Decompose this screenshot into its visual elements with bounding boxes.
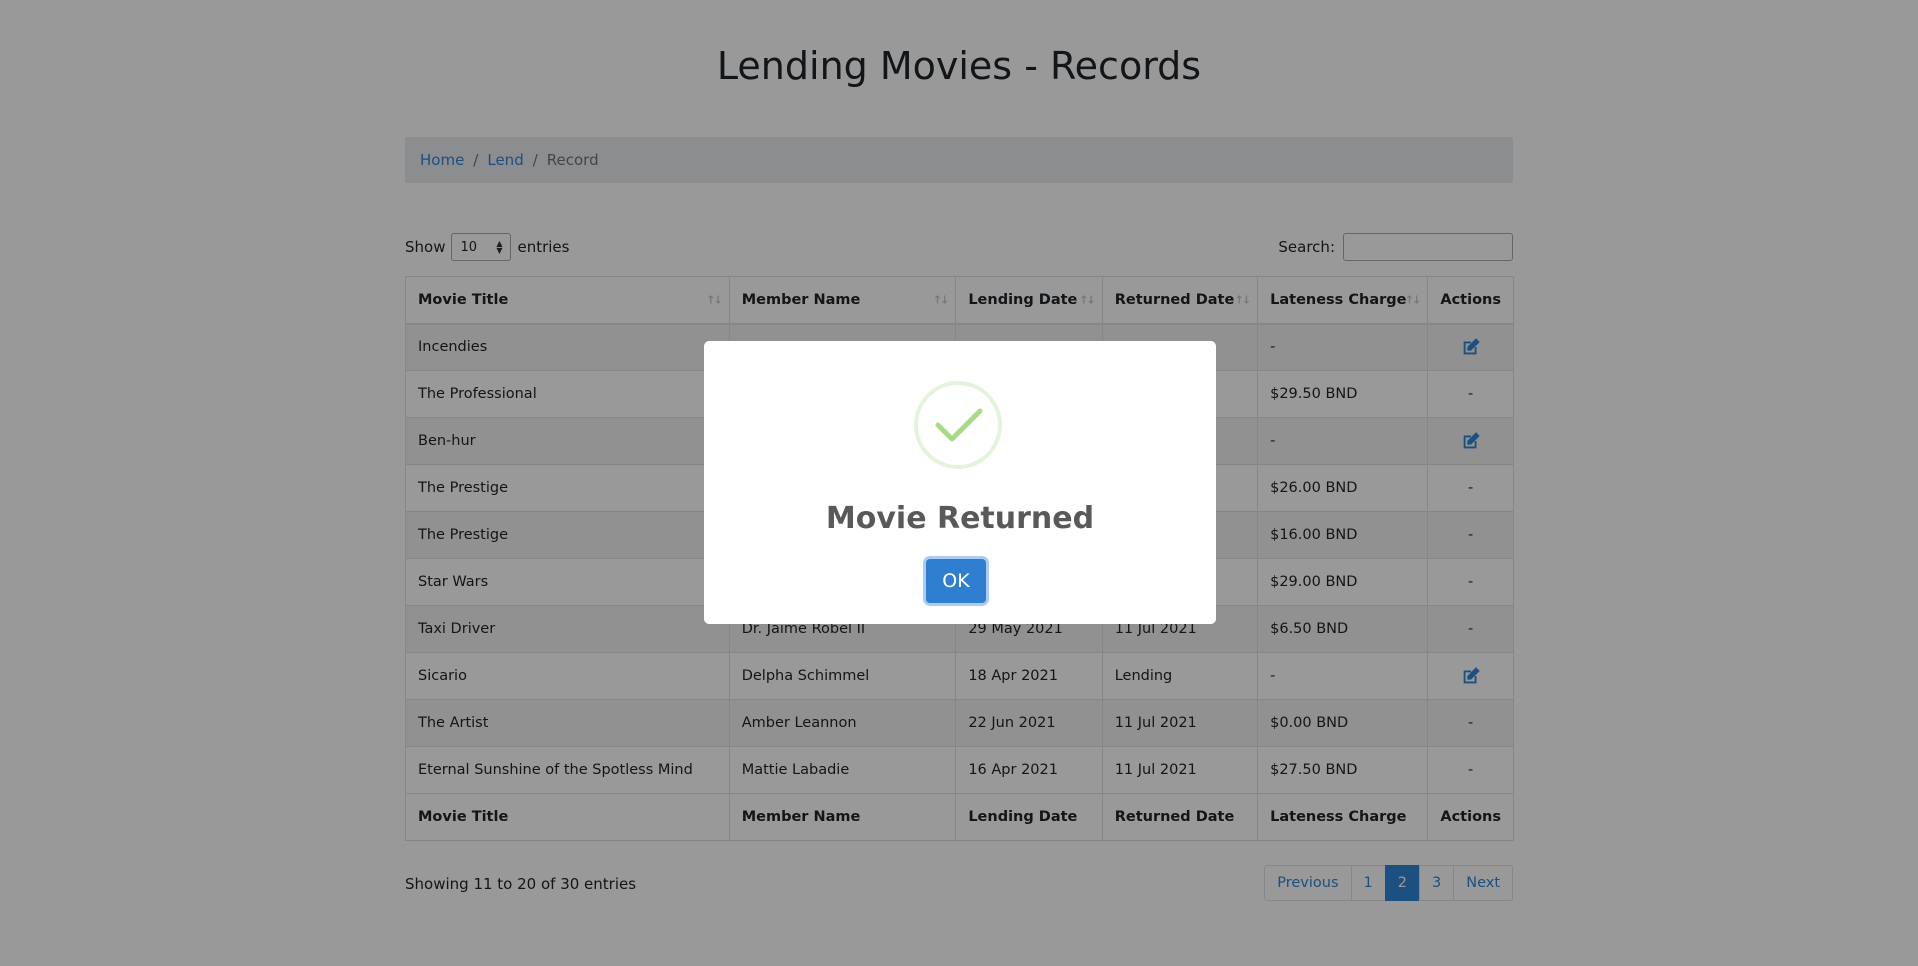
dialog-title: Movie Returned [825, 501, 1095, 536]
success-dialog: Movie Returned OK [704, 341, 1216, 624]
ok-button[interactable]: OK [926, 559, 986, 603]
checkmark-icon [914, 381, 1002, 469]
